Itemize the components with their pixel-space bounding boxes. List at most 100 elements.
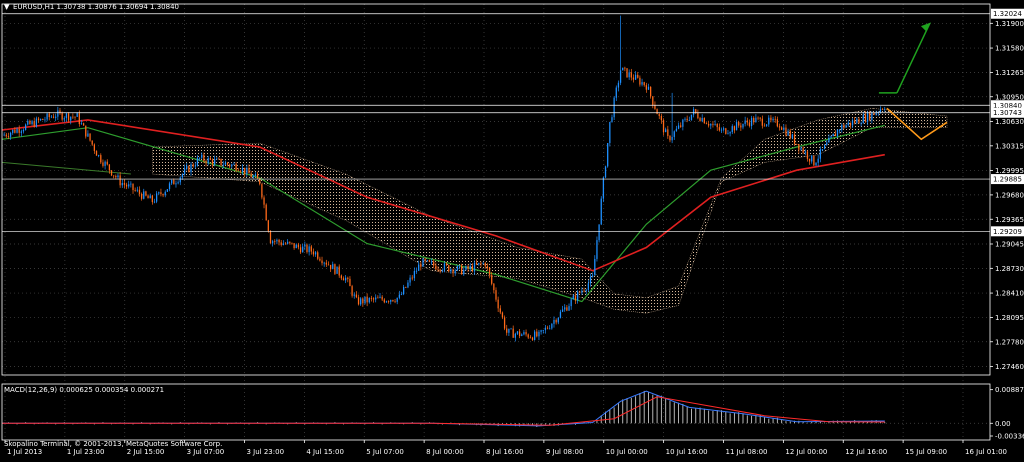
candle-body bbox=[742, 123, 744, 128]
price-tick-label: 1.28095 bbox=[995, 314, 1024, 322]
candle-body bbox=[707, 124, 710, 126]
candle-body bbox=[538, 331, 540, 337]
candle-body bbox=[82, 123, 85, 126]
candle-body bbox=[843, 124, 845, 128]
candle-body bbox=[544, 327, 547, 331]
candle-body bbox=[16, 128, 18, 133]
candle-body bbox=[561, 309, 564, 312]
candle-body bbox=[164, 191, 166, 196]
candle-body bbox=[770, 117, 772, 121]
price-marker-label: 1.29885 bbox=[993, 176, 1022, 184]
menu-triangle-icon[interactable]: ▼ bbox=[4, 3, 10, 11]
candle-body bbox=[649, 86, 652, 97]
time-tick-label: 4 Jul 15:00 bbox=[306, 448, 344, 456]
candle-body bbox=[297, 244, 300, 248]
candle-body bbox=[136, 189, 138, 191]
candle-body bbox=[220, 158, 222, 166]
candle-body bbox=[690, 114, 693, 121]
candle-body bbox=[830, 136, 832, 138]
candle-body bbox=[209, 158, 211, 160]
candle-body bbox=[319, 258, 321, 261]
candle-body bbox=[400, 294, 403, 296]
price-tick-label: 1.27460 bbox=[995, 363, 1024, 371]
candle-body bbox=[357, 297, 360, 305]
candle-body bbox=[119, 175, 121, 186]
candle-body bbox=[420, 264, 422, 267]
candle-body bbox=[385, 301, 388, 303]
candle-body bbox=[42, 118, 44, 120]
candle-body bbox=[130, 183, 132, 185]
candle-body bbox=[63, 118, 65, 120]
candle-body bbox=[149, 195, 151, 199]
candle-body bbox=[454, 270, 456, 274]
candle-body bbox=[216, 158, 218, 160]
candle-body bbox=[815, 162, 817, 166]
candle-body bbox=[594, 258, 596, 276]
candle-body bbox=[471, 265, 474, 272]
candle-body bbox=[95, 150, 98, 156]
candle-body bbox=[845, 125, 847, 128]
price-tick-label: 1.31900 bbox=[995, 20, 1024, 28]
candle-body bbox=[785, 127, 787, 136]
price-tick-label: 1.28410 bbox=[995, 290, 1024, 298]
candle-body bbox=[9, 132, 12, 137]
price-tick-label: 1.28730 bbox=[995, 265, 1024, 273]
candle-body bbox=[783, 127, 785, 130]
candle-body bbox=[716, 124, 718, 128]
candle-body bbox=[512, 328, 514, 338]
candle-body bbox=[789, 130, 791, 139]
candle-body bbox=[607, 143, 609, 167]
candle-body bbox=[231, 164, 233, 167]
macd-header: MACD(12,26,9) 0.000625 0.000354 0.000271 bbox=[4, 386, 164, 394]
candle-body bbox=[18, 128, 20, 133]
price-tick-label: 1.30630 bbox=[995, 118, 1024, 126]
candle-body bbox=[293, 243, 295, 249]
candle-body bbox=[205, 160, 207, 164]
candle-body bbox=[93, 144, 96, 151]
candle-body bbox=[85, 125, 87, 137]
candle-body bbox=[5, 134, 7, 137]
candle-body bbox=[383, 299, 385, 303]
candle-body bbox=[615, 87, 617, 98]
candle-body bbox=[263, 197, 265, 205]
candle-body bbox=[98, 155, 100, 156]
candle-body bbox=[727, 133, 729, 135]
candle-body bbox=[559, 311, 562, 318]
candle-body bbox=[570, 299, 572, 307]
candle-body bbox=[104, 161, 106, 166]
candle-body bbox=[171, 179, 173, 184]
candle-body bbox=[884, 108, 886, 110]
candle-body bbox=[478, 262, 480, 265]
time-tick-label: 12 Jul 00:00 bbox=[785, 448, 827, 456]
candle-body bbox=[503, 317, 506, 329]
candle-body bbox=[213, 159, 216, 165]
candle-body bbox=[402, 286, 405, 295]
candle-body bbox=[27, 120, 29, 125]
candle-body bbox=[753, 117, 755, 123]
candle-body bbox=[772, 118, 774, 121]
candle-body bbox=[226, 162, 229, 165]
candle-body bbox=[448, 265, 450, 272]
candle-body bbox=[304, 244, 306, 247]
candle-body bbox=[652, 96, 654, 106]
candle-body bbox=[413, 271, 416, 279]
time-tick-label: 1 Jul 23:00 bbox=[67, 448, 105, 456]
price-tick-label: 1.27780 bbox=[995, 338, 1024, 346]
price-marker-label: 1.29209 bbox=[993, 228, 1022, 236]
candle-body bbox=[637, 74, 639, 78]
candle-body bbox=[12, 129, 14, 133]
candle-body bbox=[287, 241, 289, 244]
candle-body bbox=[327, 264, 330, 266]
candle-body bbox=[80, 123, 83, 125]
candle-body bbox=[355, 294, 358, 298]
candle-body bbox=[744, 120, 746, 124]
candle-body bbox=[680, 125, 682, 127]
candle-body bbox=[705, 123, 708, 125]
candle-body bbox=[866, 112, 869, 122]
candle-body bbox=[864, 114, 867, 122]
trading-chart[interactable]: 1.320241.308401.307431.298851.29209 1.31… bbox=[0, 0, 1024, 462]
candle-body bbox=[675, 128, 678, 132]
candle-body bbox=[138, 189, 141, 194]
candle-body bbox=[759, 117, 761, 119]
candle-body bbox=[643, 82, 645, 86]
